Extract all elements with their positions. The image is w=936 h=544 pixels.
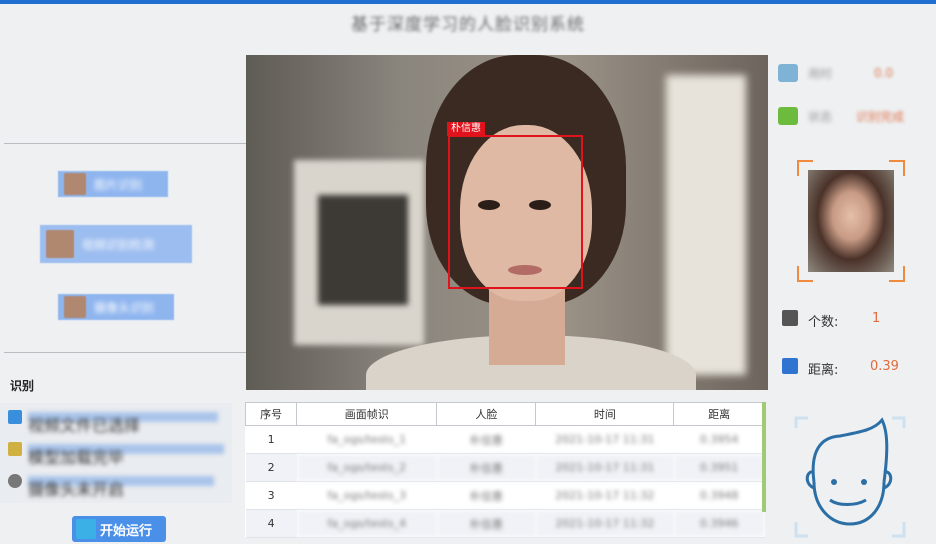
table-cell: 0.3951 [673, 453, 765, 482]
camera-recognition-label: 摄像头识别 [94, 300, 155, 315]
video-window [666, 75, 746, 375]
start-button[interactable]: 开始运行 [72, 516, 166, 542]
video-picture [318, 195, 408, 305]
avatar-icon [64, 296, 86, 318]
count-icon [782, 310, 798, 326]
face-thumbnail [808, 170, 894, 272]
table-cell: 0.3946 [673, 509, 765, 538]
table-row[interactable]: 3 fa_ogs/tests_3 朴信惠 2021-10-17 11:32 0.… [245, 481, 765, 510]
distance-label: 距离: [808, 363, 839, 378]
distance-value: 0.39 [870, 359, 899, 374]
table-cell: fa_ogs/tests_3 [296, 481, 437, 510]
left-divider-top [4, 143, 246, 144]
window-title: 基于深度学习的人脸识别系统 [351, 15, 585, 35]
table-row[interactable]: 1 fa_ogs/tests_1 朴信惠 2021-10-17 11:31 0.… [245, 425, 765, 454]
face-bounding-box [448, 135, 583, 289]
table-scrollbar[interactable] [762, 402, 766, 512]
log-row-text: 摄像头未开启 [28, 476, 214, 499]
video-recognition-button[interactable]: 视频识别检测 [40, 225, 192, 263]
table-row[interactable]: 2 fa_ogs/tests_2 朴信惠 2021-10-17 11:31 0.… [245, 453, 765, 482]
battery-icon [778, 107, 798, 125]
distance-icon [782, 358, 798, 374]
camera-icon [8, 474, 22, 488]
log-row-text: 视频文件已选择 [28, 412, 218, 435]
table-cell: 朴信惠 [436, 509, 536, 538]
stat-status-label: 状态 [808, 109, 833, 124]
table-cell: fa_ogs/tests_2 [296, 453, 437, 482]
table-cell: fa_ogs/tests_4 [296, 509, 437, 538]
face-scan-icon [794, 416, 906, 538]
monitor-icon [778, 64, 798, 82]
left-divider-bottom [4, 352, 246, 353]
camera-recognition-button[interactable]: 摄像头识别 [58, 294, 174, 320]
video-icon [8, 410, 22, 424]
video-recognition-label: 视频识别检测 [82, 237, 155, 252]
stat-time-value: 0.0 [874, 66, 894, 80]
window-top-bar [0, 0, 936, 4]
table-cell: 2021-10-17 11:32 [535, 509, 674, 538]
image-recognition-label: 图片识别 [94, 177, 143, 192]
table-cell: 朴信惠 [436, 425, 536, 454]
table-header-cell[interactable]: 序号 [244, 402, 298, 426]
stat-row-status: 状态 识别完成 [778, 106, 904, 126]
table-cell: 3 [245, 481, 297, 510]
stat-row-time: 用时 0.0 [778, 63, 893, 83]
stat-time-label: 用时 [808, 66, 833, 81]
table-cell: 朴信惠 [436, 453, 536, 482]
table-cell: 2021-10-17 11:31 [535, 425, 674, 454]
log-row[interactable]: 摄像头未开启 [8, 473, 228, 499]
image-recognition-button[interactable]: 图片识别 [58, 171, 168, 197]
log-row-text: 模型加载完毕 [28, 444, 224, 467]
table-cell: 4 [245, 509, 297, 538]
table-cell: fa_ogs/tests_1 [296, 425, 437, 454]
run-icon [76, 519, 96, 539]
table-header-cell[interactable]: 距离 [673, 402, 765, 426]
start-button-label: 开始运行 [100, 523, 153, 539]
stat-status-value: 识别完成 [856, 109, 905, 124]
count-value: 1 [872, 311, 881, 326]
table-header-cell[interactable]: 时间 [535, 402, 675, 426]
table-cell: 2021-10-17 11:32 [535, 481, 674, 510]
table-cell: 朴信惠 [436, 481, 536, 510]
log-list: 视频文件已选择 模型加载完毕 摄像头未开启 [0, 403, 232, 503]
table-cell: 0.3954 [673, 425, 765, 454]
table-header-cell[interactable]: 人脸 [436, 402, 537, 426]
results-table: 序号 画面帧识 人脸 时间 距离 1 fa_ogs/tests_1 朴信惠 20… [244, 402, 765, 538]
table-cell: 1 [245, 425, 297, 454]
log-row[interactable]: 模型加载完毕 [8, 441, 228, 467]
folder-icon [8, 442, 22, 456]
avatar-icon [46, 230, 74, 258]
log-row[interactable]: 视频文件已选择 [8, 409, 228, 435]
log-tab[interactable]: 识别 [10, 377, 34, 394]
table-cell: 0.3948 [673, 481, 765, 510]
table-header-cell[interactable]: 画面帧识 [296, 402, 438, 426]
face-name-tag: 朴信惠 [447, 122, 485, 136]
table-header-row: 序号 画面帧识 人脸 时间 距离 [244, 402, 765, 426]
table-cell: 2021-10-17 11:31 [535, 453, 674, 482]
table-cell: 2 [245, 453, 297, 482]
avatar-icon [64, 173, 86, 195]
count-label: 个数: [808, 315, 839, 330]
table-row[interactable]: 4 fa_ogs/tests_4 朴信惠 2021-10-17 11:32 0.… [245, 509, 765, 538]
